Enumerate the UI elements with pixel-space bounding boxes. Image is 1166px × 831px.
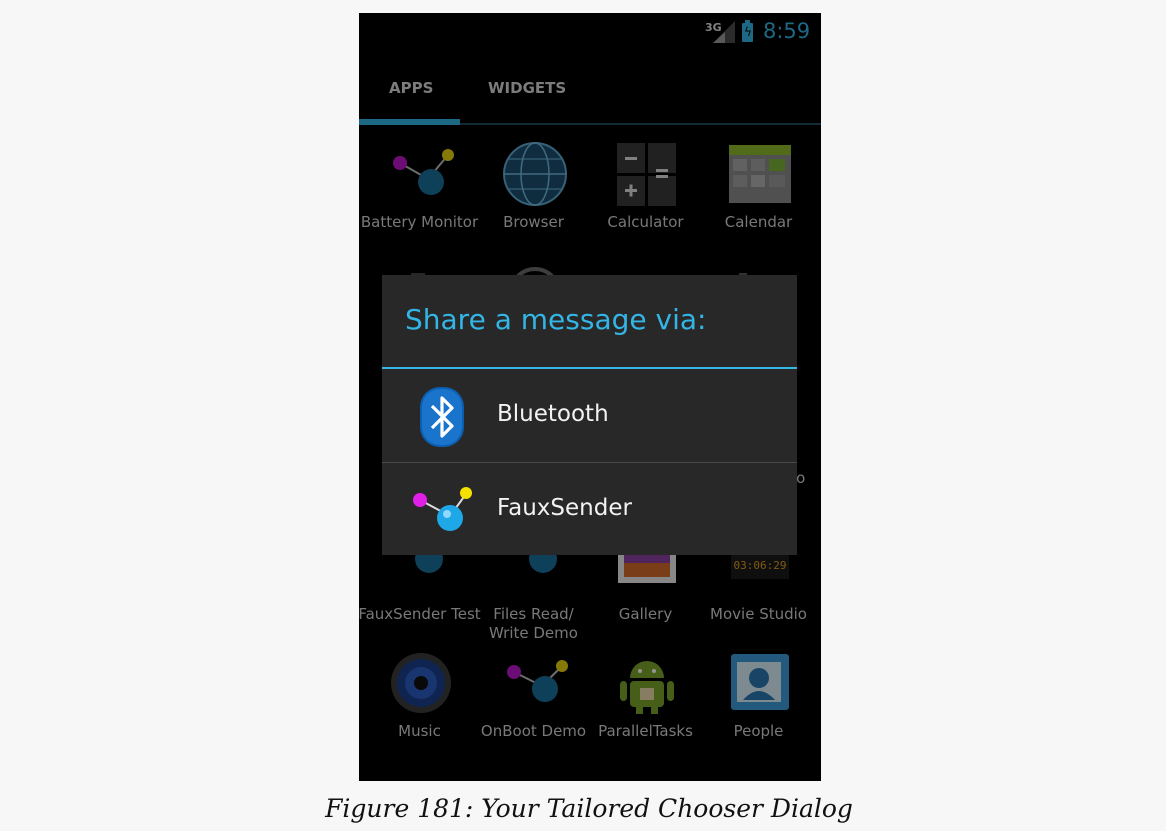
option-fauxsender[interactable]: FauxSender bbox=[382, 464, 797, 557]
bluetooth-icon bbox=[420, 387, 464, 447]
dialog-title: Share a message via: bbox=[405, 303, 707, 336]
phone-screen: 3G ϟ 8:59 APPS WIDGETS Battery Monitor B… bbox=[359, 13, 821, 781]
option-label: Bluetooth bbox=[497, 401, 609, 427]
figure-caption: Figure 181: Your Tailored Chooser Dialog bbox=[325, 794, 853, 823]
dialog-title-divider bbox=[382, 367, 797, 369]
chooser-dialog: Share a message via: Bluetooth FauxSende… bbox=[382, 275, 797, 555]
option-bluetooth[interactable]: Bluetooth bbox=[382, 370, 797, 463]
molecule-icon bbox=[413, 487, 472, 531]
option-divider bbox=[382, 462, 797, 463]
option-label: FauxSender bbox=[497, 495, 632, 521]
